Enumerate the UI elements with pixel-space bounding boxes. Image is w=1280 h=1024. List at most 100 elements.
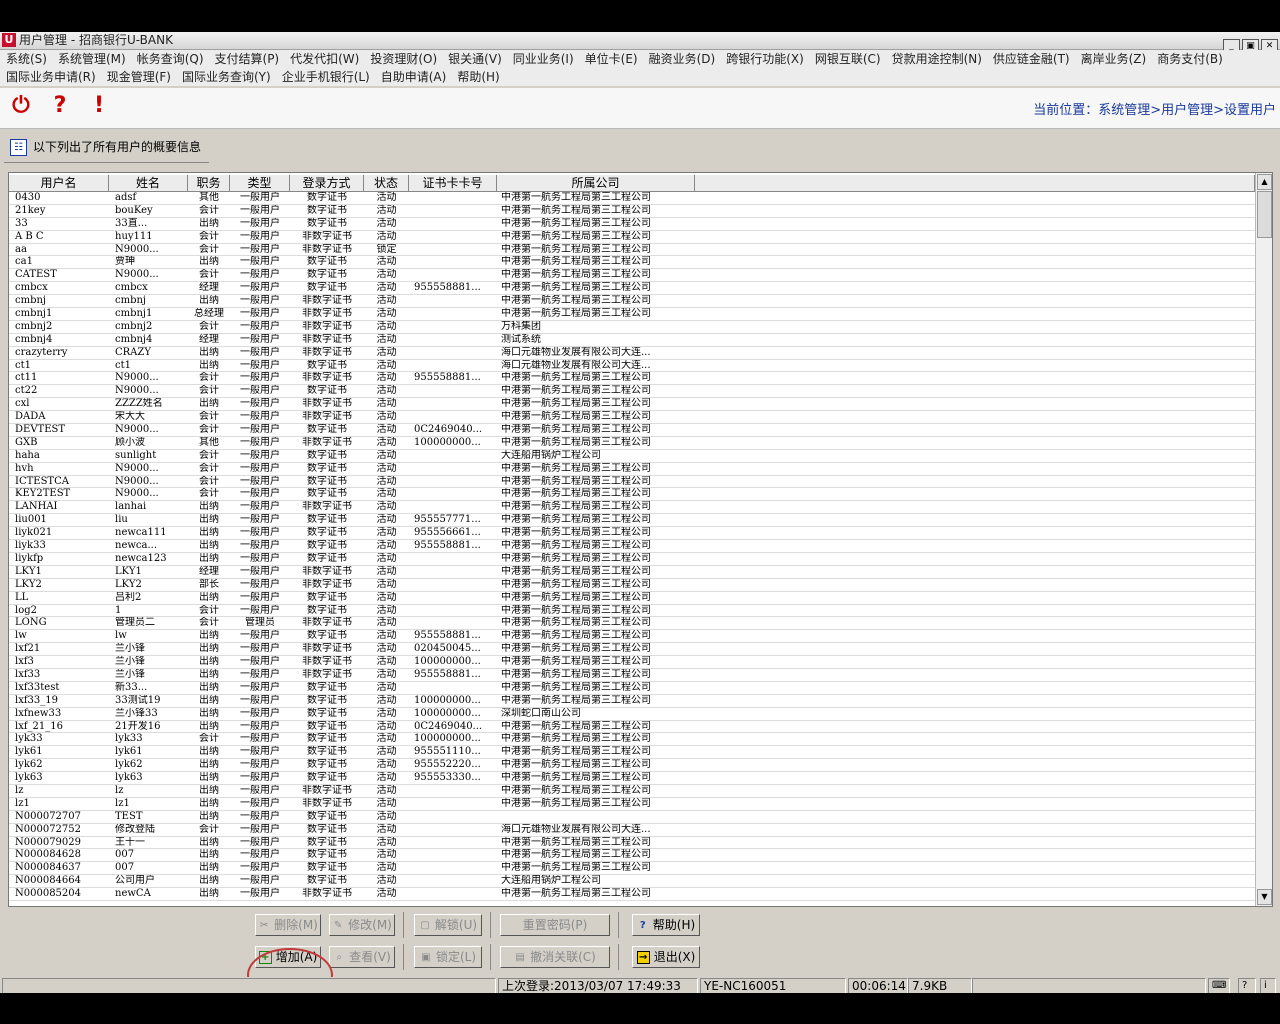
menu-item-row1-6[interactable]: 银关通(V) [448,50,502,68]
table-row[interactable]: GXB 顾小波 其他 一般用户 非数字证书 活动 100000000... 中港第一航务工程局… [9,437,1255,450]
table-row[interactable]: liykfp newca123 出纳 一般用户 数字证书 活动 中港第一航务工程局第三工程公… [9,553,1255,566]
table-row[interactable]: LKY1 LKY1 经理 一般用户 非数字证书 活动 中港第一航务工程局第三工程公司 [9,566,1255,579]
table-row[interactable]: ICTESTCA N9000... 会计 一般用户 数字证书 活动 中港第一航务工程局第三工… [9,476,1255,489]
table-row[interactable]: liyk33 newca... 出纳 一般用户 数字证书 活动 955558881... 中港… [9,540,1255,553]
table-row[interactable]: ct11 N9000... 会计 一般用户 非数字证书 活动 955558881... 中港第… [9,372,1255,386]
table-row[interactable]: 33 33直... 出纳 一般用户 数字证书 活动 中港第一航务工程局第三工程公司 [9,218,1255,231]
power-icon[interactable]: ⏻ [6,91,36,121]
table-row[interactable]: CATEST N9000... 会计 一般用户 数字证书 活动 中港第一航务工程局第三工程公… [9,269,1255,283]
table-row[interactable]: lxf3 兰小锋 出纳 一般用户 非数字证书 活动 100000000... 中港第一航务工程… [9,656,1255,669]
table-row[interactable]: cmbnj cmbnj 出纳 一般用户 非数字证书 活动 中港第一航务工程局第三工程公司 [9,295,1255,309]
table-row[interactable]: lw lw 出纳 一般用户 数字证书 活动 955558881... 中港第一航务工程局第三工… [9,630,1255,644]
vertical-scrollbar[interactable]: ▲ ▼ [1255,173,1272,906]
table-row[interactable]: hvh N9000... 会计 一般用户 数字证书 活动 中港第一航务工程局第三工程公司 [9,463,1255,476]
table-row[interactable]: cmbnj2 cmbnj2 会计 一般用户 非数字证书 活动 万科集团 [9,321,1255,334]
table-row[interactable]: ct1 ct1 出纳 一般用户 数字证书 活动 海口元雄物业发展有限公司大连... [9,360,1255,373]
table-row[interactable]: cmbnj1 cmbnj1 总经理 一般用户 非数字证书 活动 中港第一航务工程局第三工程公… [9,308,1255,321]
reset-password-button[interactable]: 重置密码(P) [500,914,610,936]
menu-item-row2-3[interactable]: 企业手机银行(L) [282,68,370,86]
menu-item-row1-9[interactable]: 融资业务(D) [649,50,716,68]
table-row[interactable]: lxf33_19 33测试19 出纳 一般用户 数字证书 活动 100000000... 中港… [9,695,1255,708]
menu-item-row1-15[interactable]: 商务支付(B) [1157,50,1223,68]
menu-item-row2-4[interactable]: 自助申请(A) [381,68,447,86]
scroll-thumb[interactable] [1257,191,1272,238]
help-status-icon[interactable]: ? [1238,978,1256,993]
menu-item-row2-2[interactable]: 国际业务查询(Y) [182,68,271,86]
menu-item-row1-7[interactable]: 同业业务(I) [513,50,574,68]
table-row[interactable]: lxf21 兰小锋 出纳 一般用户 非数字证书 活动 020450045... 中港第一航务工… [9,643,1255,657]
table-row[interactable]: lz1 lz1 出纳 一般用户 非数字证书 活动 中港第一航务工程局第三工程公司 [9,798,1255,811]
table-row[interactable]: lxf_21_16 21开发16 出纳 一般用户 数字证书 活动 0C2469040... 中… [9,721,1255,734]
alert-icon[interactable]: ! [84,91,114,121]
menu-item-row1-10[interactable]: 跨银行功能(X) [726,50,804,68]
table-row[interactable]: N000072752 修改登陆 会计 一般用户 数字证书 活动 海口元雄物业发展有限公司大连… [9,824,1255,837]
table-row[interactable]: KEY2TEST N9000... 会计 一般用户 数字证书 活动 中港第一航务工程局第三工… [9,488,1255,502]
column-header-6[interactable]: 证书卡卡号 [409,175,497,191]
help-button[interactable]: ? 帮助(H) [632,914,700,936]
table-row[interactable]: aa N9000... 会计 一般用户 非数字证书 锁定 中港第一航务工程局第三工程公司 [9,244,1255,257]
column-header-1[interactable]: 姓名 [109,175,188,191]
menu-item-row1-3[interactable]: 支付结算(P) [215,50,280,68]
table-row[interactable]: DEVTEST N9000... 会计 一般用户 数字证书 活动 0C2469040... 中… [9,424,1255,437]
menu-item-row1-2[interactable]: 帐务查询(Q) [137,50,204,68]
cancel-link-button[interactable]: ▤ 撤消关联(C) [500,946,610,968]
column-header-4[interactable]: 登录方式 [290,175,364,191]
column-header-3[interactable]: 类型 [230,175,290,191]
table-row[interactable]: cxl ZZZZ姓名 出纳 一般用户 非数字证书 活动 中港第一航务工程局第三工程公司 [9,398,1255,412]
table-row[interactable]: N000084664 公司用户 出纳 一般用户 数字证书 活动 大连船用锅炉工程公司 [9,875,1255,889]
table-row[interactable]: N000084628 007 出纳 一般用户 数字证书 活动 中港第一航务工程局第三工程公司 [9,849,1255,863]
scroll-up-icon[interactable]: ▲ [1257,174,1272,190]
table-row[interactable]: LL 吕利2 出纳 一般用户 数字证书 活动 中港第一航务工程局第三工程公司 [9,592,1255,605]
table-row[interactable]: crazyterry CRAZY 出纳 一般用户 非数字证书 活动 海口元雄物业发展有限公司… [9,347,1255,360]
menu-item-row1-0[interactable]: 系统(S) [6,50,47,68]
menu-item-row1-12[interactable]: 贷款用途控制(N) [892,50,982,68]
exit-button[interactable]: → 退出(X) [632,946,700,968]
table-row[interactable]: LANHAI lanhai 出纳 一般用户 非数字证书 活动 中港第一航务工程局第三工程公司 [9,501,1255,515]
table-row[interactable]: LONG 管理员二 会计 管理员 非数字证书 活动 中港第一航务工程局第三工程公司 [9,617,1255,631]
column-header-2[interactable]: 职务 [188,175,230,191]
menu-item-row1-4[interactable]: 代发代扣(W) [290,50,359,68]
table-row[interactable]: 0430 adsf 其他 一般用户 数字证书 活动 中港第一航务工程局第三工程公司 [9,192,1255,205]
table-row[interactable]: lxf33 兰小锋 出纳 一般用户 非数字证书 活动 955558881... 中港第一航务工… [9,669,1255,682]
view-button[interactable]: ⌕ 查看(V) [329,946,395,968]
column-header-7[interactable]: 所属公司 [497,175,695,191]
table-row[interactable]: lyk33 lyk33 会计 一般用户 数字证书 活动 100000000... 中港第一航务… [9,733,1255,747]
menu-item-row2-0[interactable]: 国际业务申请(R) [6,68,96,86]
table-row[interactable]: A B C huy111 会计 一般用户 非数字证书 活动 中港第一航务工程局第三工程公司 [9,231,1255,244]
lock-button[interactable]: ▣ 锁定(L) [414,946,482,968]
table-row[interactable]: lxfnew33 兰小锋33 出纳 一般用户 数字证书 活动 100000000... 深圳蛇… [9,708,1255,721]
table-row[interactable]: N000072707 TEST 出纳 一般用户 数字证书 活动 [9,811,1255,824]
table-row[interactable]: DADA 宋大大 会计 一般用户 非数字证书 活动 中港第一航务工程局第三工程公司 [9,411,1255,425]
menu-item-row2-1[interactable]: 现金管理(F) [107,68,171,86]
table-row[interactable]: liyk021 newca111 出纳 一般用户 数字证书 活动 955556661... 中… [9,527,1255,541]
modify-button[interactable]: ✎ 修改(M) [329,914,395,936]
table-row[interactable]: liu001 liu 出纳 一般用户 数字证书 活动 955557771... 中港第一航务工… [9,514,1255,528]
table-row[interactable]: lyk61 lyk61 出纳 一般用户 数字证书 活动 955551110... 中港第一航务… [9,746,1255,760]
table-row[interactable]: ca1 贾珅 出纳 一般用户 数字证书 活动 中港第一航务工程局第三工程公司 [9,256,1255,270]
column-header-0[interactable]: 用户名 [9,175,109,191]
column-header-5[interactable]: 状态 [364,175,409,191]
table-row[interactable]: lxf33test 新33... 出纳 一般用户 数字证书 活动 中港第一航务工程局第三工程… [9,682,1255,695]
help-icon[interactable]: ? [45,91,75,121]
table-row[interactable]: 21key bouKey 会计 一般用户 数字证书 活动 中港第一航务工程局第三工程公司 [9,205,1255,218]
menu-item-row1-5[interactable]: 投资理财(O) [370,50,437,68]
menu-item-row1-11[interactable]: 网银互联(C) [815,50,881,68]
scroll-down-icon[interactable]: ▼ [1257,889,1272,905]
menu-item-row2-5[interactable]: 帮助(H) [457,68,499,86]
menu-item-row1-13[interactable]: 供应链金融(T) [993,50,1070,68]
table-row[interactable]: lyk62 lyk62 出纳 一般用户 数字证书 活动 955552220... 中港第一航务… [9,759,1255,773]
table-row[interactable]: lz lz 出纳 一般用户 非数字证书 活动 中港第一航务工程局第三工程公司 [9,785,1255,798]
table-row[interactable]: cmbnj4 cmbnj4 经理 一般用户 非数字证书 活动 测试系统 [9,334,1255,347]
table-row[interactable]: log2 1 会计 一般用户 数字证书 活动 中港第一航务工程局第三工程公司 [9,605,1255,618]
table-row[interactable]: haha sunlight 会计 一般用户 数字证书 活动 大连船用锅炉工程公司 [9,450,1255,463]
table-row[interactable]: LKY2 LKY2 部长 一般用户 非数字证书 活动 中港第一航务工程局第三工程公司 [9,579,1255,592]
table-row[interactable]: lyk63 lyk63 出纳 一般用户 数字证书 活动 955553330... 中港第一航务… [9,772,1255,785]
table-row[interactable]: N000079029 王十一 出纳 一般用户 数字证书 活动 中港第一航务工程局第三工程公司 [9,837,1255,850]
menu-item-row1-14[interactable]: 离岸业务(Z) [1081,50,1147,68]
table-row[interactable]: N000084637 007 出纳 一般用户 数字证书 活动 中港第一航务工程局第三工程公司 [9,862,1255,876]
table-row[interactable]: N000085204 newCA 出纳 一般用户 非数字证书 活动 中港第一航务工程局第三工… [9,888,1255,901]
table-row[interactable]: cmbcx cmbcx 经理 一般用户 数字证书 活动 955558881... 中港第一航务… [9,282,1255,296]
unlock-button[interactable]: ▢ 解锁(U) [414,914,482,936]
menu-item-row1-1[interactable]: 系统管理(M) [58,50,126,68]
table-row[interactable]: ct22 N9000... 会计 一般用户 数字证书 活动 中港第一航务工程局第三工程公司 [9,385,1255,399]
